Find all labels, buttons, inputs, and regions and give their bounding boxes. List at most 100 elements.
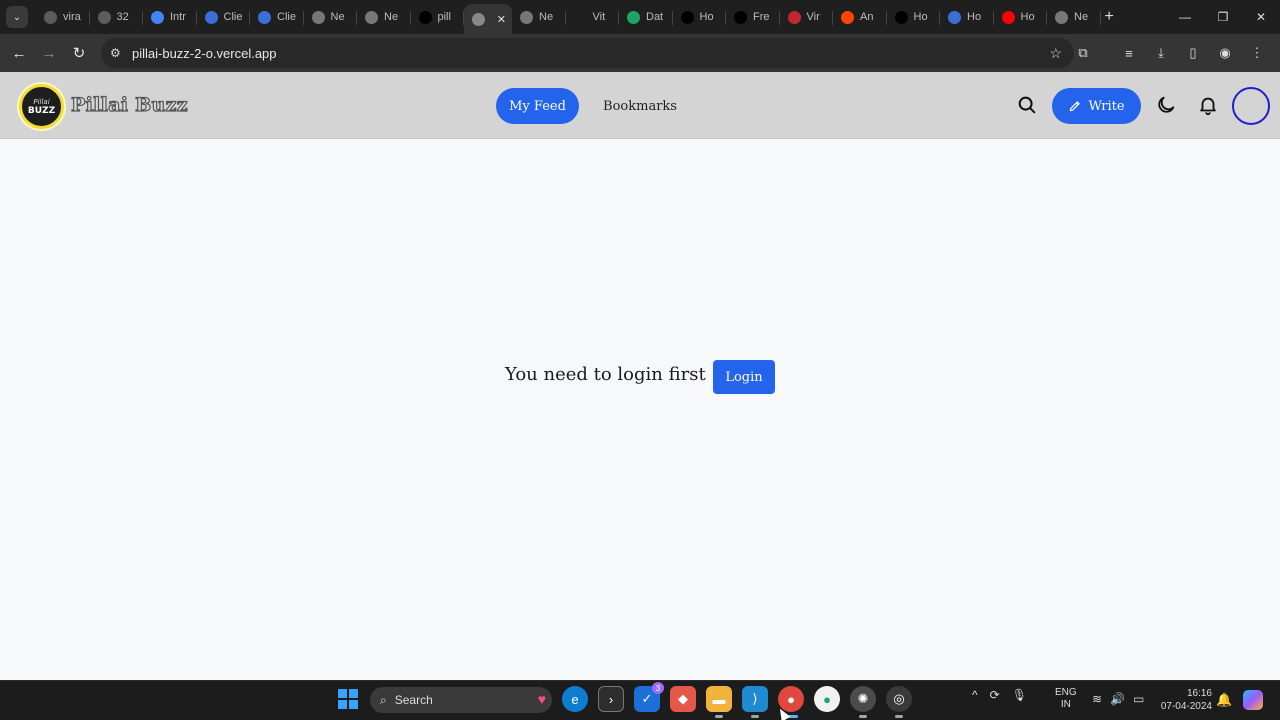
vscode-icon[interactable]: ⟩ — [742, 686, 768, 718]
taskbar-search-icon: ⌕ — [380, 692, 387, 707]
tab-label: Ho — [699, 11, 714, 23]
taskbar-search[interactable]: ⌕ Search ♥ — [370, 687, 552, 713]
downloads-icon[interactable]: ⤓ — [1146, 38, 1176, 68]
api-icon — [258, 10, 271, 24]
browser-tab[interactable]: ✕ — [464, 4, 512, 34]
browser-tab[interactable]: Dat — [619, 3, 673, 31]
chatgpt-icon — [44, 10, 57, 24]
moon-icon[interactable] — [1155, 94, 1177, 116]
browser-tab[interactable]: Fre — [726, 3, 780, 31]
browser-tab[interactable]: pill — [411, 3, 465, 31]
browser-tab[interactable]: Vir — [780, 3, 834, 31]
vercel-icon — [418, 10, 432, 24]
browser-tab[interactable]: Ne — [357, 3, 411, 31]
search-icon[interactable] — [1016, 94, 1038, 116]
browser-tab[interactable]: Ho — [940, 3, 994, 31]
toolbar-actions: ⧉ ≡ ⤓ ▯ ◉ ⋮ — [1068, 38, 1272, 68]
lang-top: ENG — [1055, 687, 1077, 698]
windows-start-icon[interactable] — [338, 689, 358, 709]
tab-label: Ho — [913, 11, 928, 23]
nav-bookmarks[interactable]: Bookmarks — [598, 88, 682, 124]
browser-tab[interactable]: Clie — [197, 3, 251, 31]
browser-tab[interactable]: Ho — [673, 3, 727, 31]
new-tab-button[interactable]: + — [1105, 8, 1114, 26]
browser-tab[interactable]: An — [833, 3, 887, 31]
tab-label: An — [860, 11, 874, 23]
notification-bell-icon[interactable]: 🔔 — [1216, 692, 1232, 708]
extensions-icon[interactable]: ⧉ — [1068, 38, 1098, 68]
freecodecamp-icon — [734, 10, 747, 24]
clock[interactable]: 16:16 07-04-2024 — [1156, 687, 1212, 713]
chatgpt-icon[interactable]: ✺ — [850, 686, 876, 718]
tab-label: Vit — [592, 11, 606, 23]
reddit-icon — [841, 10, 854, 24]
browser-tab[interactable]: Ho — [887, 3, 941, 31]
docs-icon — [948, 10, 961, 24]
tab-label: Intr — [170, 11, 186, 23]
system-tray: ^ ⟳ 🎙 — [972, 688, 1027, 702]
minimize-icon[interactable]: — — [1166, 0, 1204, 34]
tab-list: vira 32 Intr Clie Clie Ne Ne pill ✕ Ne Vit Dat Ho Fre… — [36, 0, 1101, 34]
tab-label: Vir — [806, 11, 820, 23]
avatar[interactable] — [1232, 87, 1270, 125]
close-tab-icon[interactable]: ✕ — [497, 13, 506, 26]
language-indicator[interactable]: ENG IN — [1055, 687, 1077, 711]
microphone-icon[interactable]: 🎙 — [1012, 688, 1027, 702]
reload-button[interactable]: ↻ — [64, 38, 94, 68]
browser-tab[interactable]: Ho — [994, 3, 1048, 31]
reading-list-icon[interactable]: ≡ — [1114, 38, 1144, 68]
browser-menu-icon[interactable]: ⋮ — [1242, 38, 1272, 68]
browser-tab[interactable]: 32 — [90, 3, 144, 31]
tab-label: vira — [63, 11, 81, 23]
tab-search-chevron-icon[interactable]: ⌄ — [6, 6, 28, 28]
chatgpt-icon — [97, 10, 111, 24]
tab-label: pill — [437, 11, 451, 23]
back-button[interactable]: ← — [4, 38, 34, 68]
forward-button[interactable]: → — [34, 38, 64, 68]
browser-tab[interactable]: Ne — [512, 3, 566, 31]
brand-name[interactable]: Pillai Buzz — [70, 93, 188, 116]
file-explorer-icon[interactable]: ▬ — [706, 686, 732, 718]
edge-icon[interactable]: e — [562, 686, 588, 712]
login-button[interactable]: Login — [713, 360, 775, 394]
side-panel-icon[interactable]: ▯ — [1178, 38, 1208, 68]
network-volume-battery[interactable]: ≋ 🔊 ▭ — [1092, 692, 1144, 706]
site-info-icon[interactable]: ⚙ — [110, 46, 124, 60]
restore-icon[interactable]: ❐ — [1204, 0, 1242, 34]
url-text[interactable]: pillai-buzz-2-o.vercel.app — [132, 46, 277, 61]
google-icon — [151, 10, 164, 24]
taskbar-apps: e › ✓ 3 ◆ ▬ ⟩ ● ● ✺ ◎ — [562, 682, 912, 718]
browser-tab[interactable]: Ne — [304, 3, 358, 31]
bookmark-star-icon[interactable]: ☆ — [1049, 45, 1062, 62]
tab-label: Ne — [384, 11, 399, 23]
browser-tab[interactable]: Ne — [1047, 3, 1101, 31]
window-controls: — ❐ ✕ — [1166, 0, 1280, 34]
youtube-icon — [1001, 10, 1015, 24]
logo[interactable]: Pillai BUZZ — [19, 84, 64, 129]
taskbar-search-label: Search — [394, 693, 433, 707]
browser-tab[interactable]: Intr — [143, 3, 197, 31]
todo-icon[interactable]: ✓ 3 — [634, 682, 664, 712]
browser-tab[interactable]: Vit — [566, 3, 620, 31]
write-button[interactable]: Write — [1052, 88, 1141, 124]
profile-icon[interactable]: ◉ — [1210, 38, 1240, 68]
lang-bottom: IN — [1060, 699, 1071, 710]
tab-label: Ho — [967, 11, 982, 23]
bell-icon[interactable] — [1197, 94, 1219, 116]
nav-my-feed[interactable]: My Feed — [496, 88, 579, 124]
vercel-icon — [787, 10, 801, 24]
close-window-icon[interactable]: ✕ — [1242, 0, 1280, 34]
mongodb-compass-icon[interactable]: ● — [814, 686, 840, 712]
address-bar[interactable]: ⚙ pillai-buzz-2-o.vercel.app ☆ — [101, 38, 1074, 68]
chrome-icon — [1055, 10, 1068, 24]
terminal-icon[interactable]: › — [598, 686, 624, 712]
x-icon — [680, 10, 694, 24]
copilot-icon[interactable] — [1243, 690, 1263, 710]
tray-overflow-icon[interactable]: ^ — [972, 688, 978, 702]
logo-line1: Pillai — [33, 97, 50, 106]
sync-icon[interactable]: ⟳ — [990, 688, 1000, 702]
browser-tab[interactable]: Clie — [250, 3, 304, 31]
browser-tab[interactable]: vira — [36, 3, 90, 31]
obs-icon[interactable]: ◎ — [886, 686, 912, 718]
git-icon[interactable]: ◆ — [670, 686, 696, 712]
